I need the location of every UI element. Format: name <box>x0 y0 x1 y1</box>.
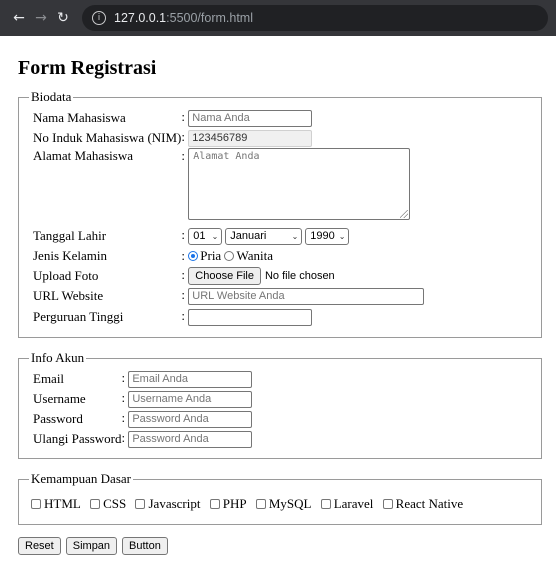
kelamin-label: Jenis Kelamin <box>33 248 108 263</box>
checkbox[interactable] <box>320 499 331 509</box>
nama-input[interactable]: Nama Anda <box>188 109 313 127</box>
generic-button[interactable]: Button <box>122 537 168 556</box>
radio-wanita[interactable] <box>224 251 235 261</box>
checkbox[interactable] <box>135 499 146 509</box>
akun-legend: Info Akun <box>31 350 85 365</box>
checkbox[interactable] <box>90 499 101 509</box>
day-select[interactable]: 01 ⌄ <box>188 227 223 245</box>
perguruan-tinggi-input[interactable] <box>188 308 313 326</box>
ulangi-password-input[interactable]: Password Anda <box>128 430 253 448</box>
ulangi-label: Ulangi Password <box>33 431 122 446</box>
browser-toolbar: ← → ↻ i 127.0.0.1:5500/form.html <box>0 0 556 36</box>
back-arrow-icon[interactable]: ← <box>8 10 30 26</box>
colon: : Pria Wanita <box>181 248 273 263</box>
row-password: Password : Password Anda <box>29 409 253 429</box>
skill-css[interactable]: CSS <box>90 496 126 511</box>
file-status: No file chosen <box>264 269 335 282</box>
reload-icon[interactable]: ↻ <box>52 10 74 26</box>
wanita-label[interactable]: Wanita <box>236 248 273 263</box>
skills-list: HTML CSS Javascript PHP MySQL Laravel Re… <box>29 490 531 515</box>
colon: : 123456789 <box>181 128 424 148</box>
forward-arrow-icon[interactable]: → <box>30 10 52 26</box>
username-input[interactable]: Username Anda <box>128 390 253 408</box>
chevron-down-icon: ⌄ <box>291 231 299 241</box>
biodata-legend: Biodata <box>31 89 72 104</box>
page-content: Form Registrasi Biodata Nama Mahasiswa :… <box>0 36 556 556</box>
biodata-fieldset: Biodata Nama Mahasiswa : Nama Anda No In… <box>18 89 542 338</box>
reset-button[interactable]: Reset <box>18 537 61 556</box>
form-actions: Reset Simpan Button <box>18 537 542 556</box>
alamat-textarea[interactable]: Alamat Anda <box>188 148 411 220</box>
month-select[interactable]: Januari ⌄ <box>225 227 303 245</box>
simpan-button[interactable]: Simpan <box>65 537 118 556</box>
checkbox[interactable] <box>31 499 41 509</box>
skill-php[interactable]: PHP <box>209 496 247 511</box>
row-nim: No Induk Mahasiswa (NIM) : 123456789 <box>29 128 424 148</box>
kemampuan-legend: Kemampuan Dasar <box>31 471 131 486</box>
resize-grip-icon[interactable] <box>400 210 409 218</box>
colon: : Choose File No file chosen <box>181 266 424 286</box>
password-input[interactable]: Password Anda <box>128 410 253 428</box>
colon: : Nama Anda <box>181 108 424 128</box>
biodata-table: Nama Mahasiswa : Nama Anda No Induk Maha… <box>29 108 425 328</box>
checkbox[interactable] <box>382 499 393 509</box>
tanggal-label: Tanggal Lahir <box>33 228 107 243</box>
row-pt: Perguruan Tinggi : <box>29 306 424 328</box>
nama-label: Nama Mahasiswa <box>33 110 126 125</box>
row-website: URL Website : URL Website Anda <box>29 286 425 306</box>
akun-table: Email : Email Anda Username : Username A… <box>29 369 253 449</box>
row-ulangi: Ulangi Password : Password Anda <box>29 429 253 449</box>
password-label: Password <box>33 411 83 426</box>
email-input[interactable]: Email Anda <box>128 370 253 388</box>
foto-label: Upload Foto <box>33 268 99 283</box>
row-kelamin: Jenis Kelamin : Pria Wanita <box>29 246 424 266</box>
url-host: 127.0.0.1 <box>114 11 167 25</box>
nim-label: No Induk Mahasiswa (NIM) <box>33 130 182 145</box>
colon: : <box>181 306 424 328</box>
row-nama: Nama Mahasiswa : Nama Anda <box>29 108 424 128</box>
info-icon[interactable]: i <box>92 11 106 25</box>
checkbox[interactable] <box>209 499 220 509</box>
colon: : URL Website Anda <box>181 286 425 306</box>
row-username: Username : Username Anda <box>29 389 253 409</box>
choose-file-button[interactable]: Choose File <box>188 267 261 285</box>
email-label: Email <box>33 371 65 386</box>
checkbox[interactable] <box>255 499 266 509</box>
colon: : 01 ⌄ Januari ⌄ 1990 ⌄ <box>181 226 424 246</box>
row-alamat: Alamat Mahasiswa : Alamat Anda <box>29 148 424 226</box>
skill-react-native[interactable]: React Native <box>382 496 463 511</box>
pria-label[interactable]: Pria <box>200 248 221 263</box>
colon: : Username Anda <box>121 389 253 409</box>
website-input[interactable]: URL Website Anda <box>188 287 425 305</box>
colon: : Alamat Anda <box>181 148 424 226</box>
alamat-label: Alamat Mahasiswa <box>33 148 134 163</box>
url-path: :5500/form.html <box>166 11 253 25</box>
nim-input[interactable]: 123456789 <box>188 129 313 147</box>
row-tanggal: Tanggal Lahir : 01 ⌄ Januari ⌄ 1990 ⌄ <box>29 226 424 246</box>
pt-label: Perguruan Tinggi <box>33 309 124 324</box>
akun-fieldset: Info Akun Email : Email Anda Username : … <box>18 350 542 459</box>
website-label: URL Website <box>33 288 104 303</box>
username-label: Username <box>33 391 86 406</box>
chevron-down-icon: ⌄ <box>211 231 219 241</box>
colon: : Email Anda <box>121 369 253 389</box>
row-foto: Upload Foto : Choose File No file chosen <box>29 266 424 286</box>
skill-laravel[interactable]: Laravel <box>320 496 373 511</box>
kemampuan-fieldset: Kemampuan Dasar HTML CSS Javascript PHP … <box>18 471 542 525</box>
page-title: Form Registrasi <box>18 57 157 79</box>
radio-pria[interactable] <box>188 251 199 261</box>
row-email: Email : Email Anda <box>29 369 253 389</box>
skill-mysql[interactable]: MySQL <box>255 496 311 511</box>
colon: : Password Anda <box>121 409 253 429</box>
address-bar[interactable]: i 127.0.0.1:5500/form.html <box>82 5 548 31</box>
chevron-down-icon: ⌄ <box>338 231 346 241</box>
colon: : Password Anda <box>121 429 253 449</box>
alamat-placeholder: Alamat Anda <box>193 151 260 162</box>
year-select[interactable]: 1990 ⌄ <box>305 227 350 245</box>
skill-javascript[interactable]: Javascript <box>135 496 200 511</box>
skill-html[interactable]: HTML <box>31 496 81 511</box>
